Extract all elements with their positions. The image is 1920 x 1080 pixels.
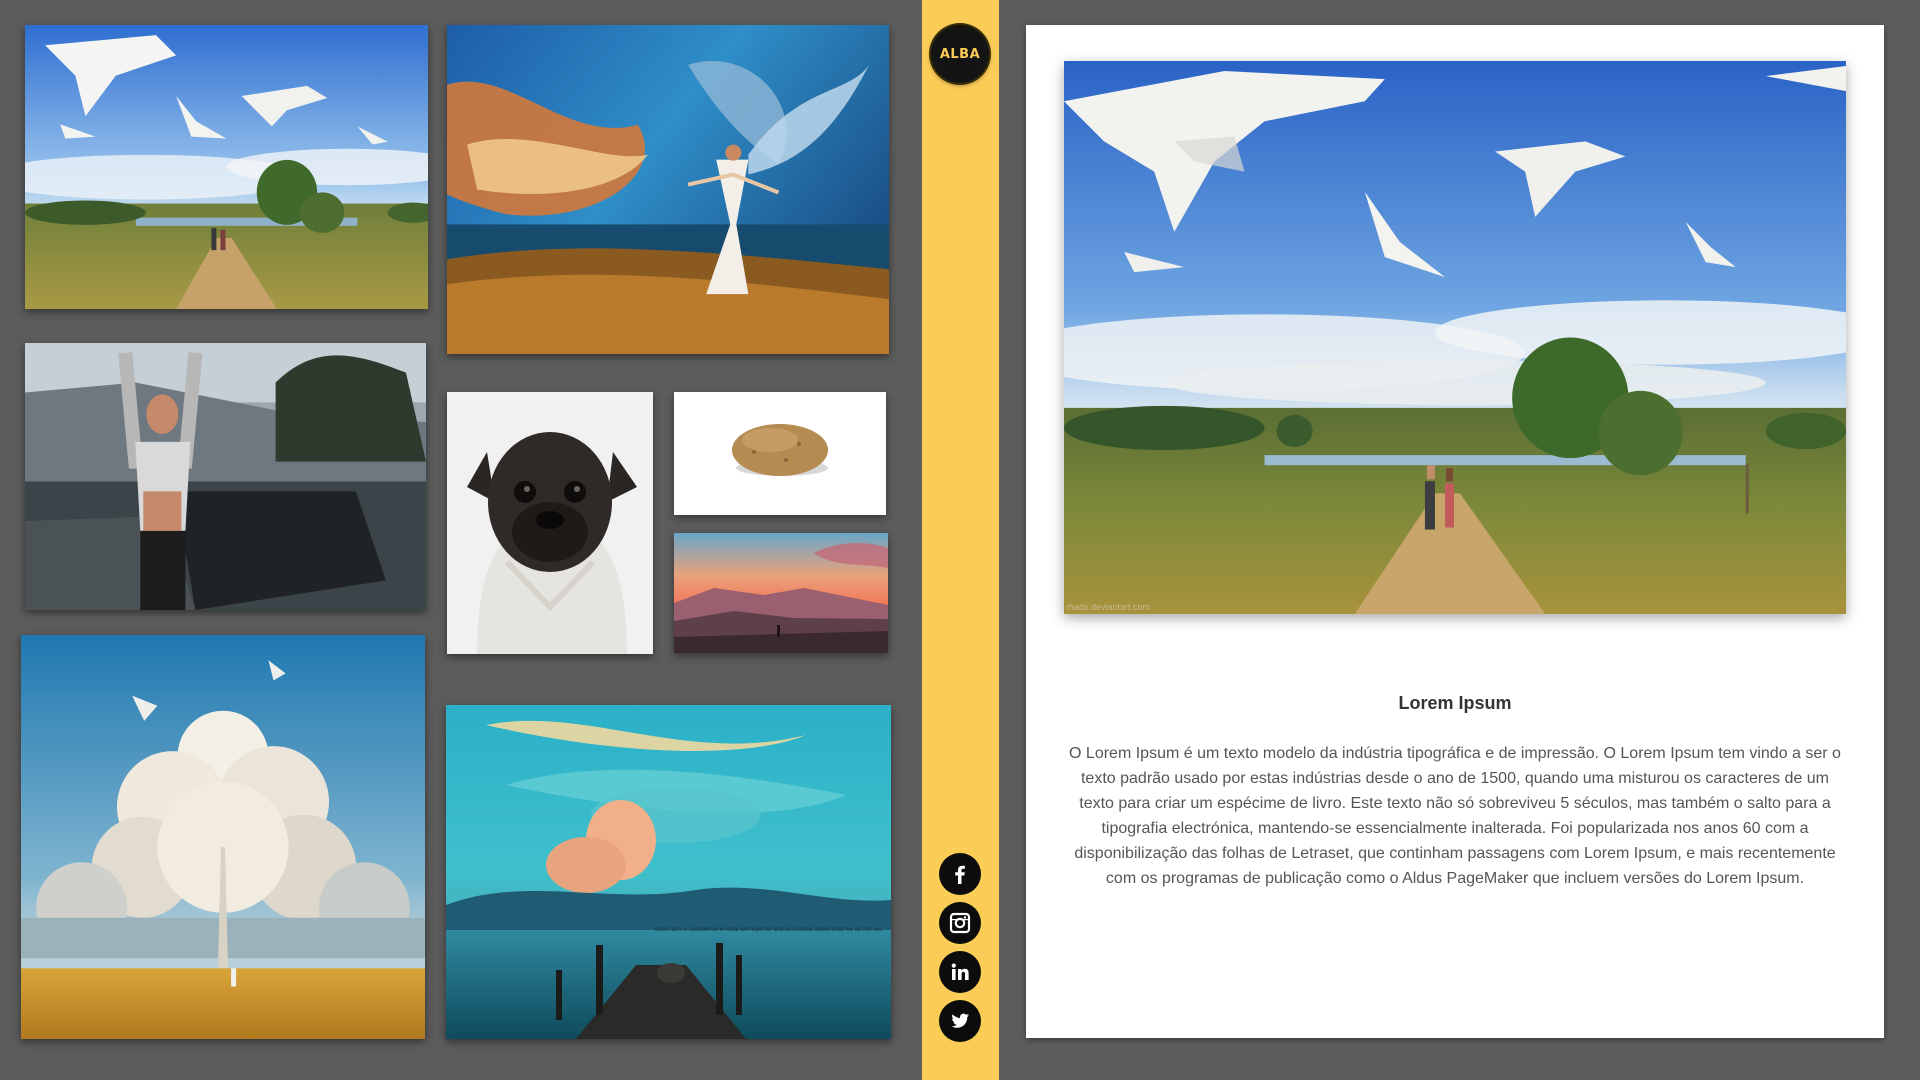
pier-caption: Mass faith is confidence in what we hope… [654,927,882,933]
gallery-item-cloud-tree[interactable] [21,635,425,1039]
portfolio-page: Mass faith is confidence in what we hope… [0,0,1920,1080]
facebook-link[interactable] [939,853,981,895]
detail-card: rhads.deviantart.com Lorem Ipsum O Lorem… [1026,25,1884,1038]
twitter-link[interactable] [939,1000,981,1042]
instagram-link[interactable] [939,902,981,944]
gallery-item-sunset[interactable] [674,533,888,653]
detail-panel: rhads.deviantart.com Lorem Ipsum O Lorem… [999,0,1920,1080]
gallery-item-manta-sky[interactable] [25,25,428,309]
manta-sky-hero-image [1064,61,1846,614]
twitter-icon [951,1013,969,1028]
manta-sky-image [25,25,428,309]
woman-dock-image [25,343,426,610]
gallery-item-woman-dock[interactable] [25,343,426,610]
gallery-item-winged-woman[interactable] [447,25,889,354]
instagram-icon [949,912,971,934]
facebook-icon [955,865,965,884]
featured-image: rhads.deviantart.com [1064,61,1846,614]
linkedin-icon [951,963,969,980]
detail-body: O Lorem Ipsum é um texto modelo da indús… [1069,745,1841,887]
detail-title: Lorem Ipsum [1398,693,1512,713]
alba-logo[interactable]: ALBA [931,25,989,83]
sidebar-rail: ALBA [922,0,999,1080]
cloud-tree-image [21,635,425,1039]
gallery-item-pug[interactable] [447,392,653,654]
image-gallery: Mass faith is confidence in what we hope… [0,0,922,1080]
linkedin-link[interactable] [939,951,981,993]
potato-image [674,392,886,515]
whale-pier-image [446,705,891,1039]
image-watermark: rhads.deviantart.com [1066,602,1151,612]
winged-woman-image [447,25,889,354]
logo-text: ALBA [939,46,981,62]
pug-image [447,392,653,654]
sunset-image [674,533,888,653]
gallery-item-whale-pier[interactable]: Mass faith is confidence in what we hope… [446,705,891,1039]
gallery-item-potato[interactable] [674,392,886,515]
